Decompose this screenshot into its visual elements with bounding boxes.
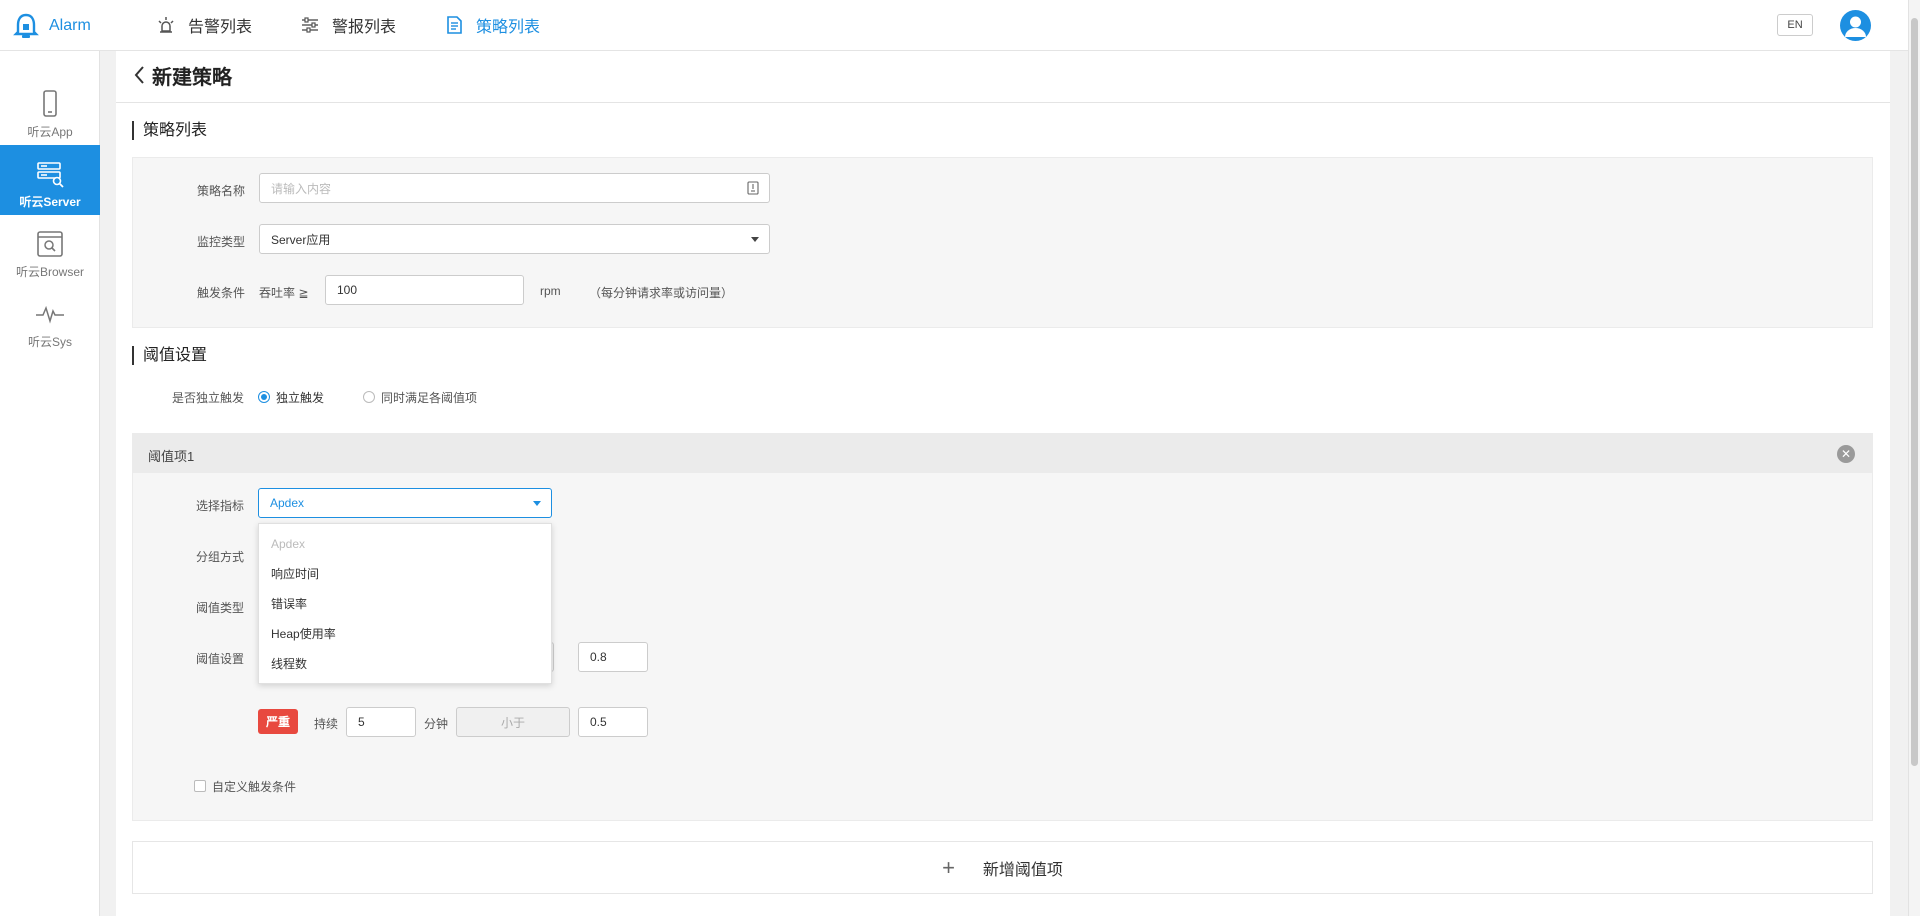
threshold-setting-label: 阈值设置 (195, 652, 244, 666)
monitor-type-select[interactable]: Server应用 (259, 224, 770, 254)
dropdown-option-apdex[interactable]: Apdex (259, 529, 551, 559)
sidebar-item-app[interactable]: 听云App (0, 75, 100, 145)
chevron-down-icon (751, 237, 759, 242)
policy-name-input[interactable]: 请输入内容 (259, 173, 770, 203)
trigger-unit: rpm (540, 284, 561, 298)
app-name: Alarm (49, 17, 91, 34)
threshold-item-header: 阈值项1 (132, 433, 1873, 473)
sidebar-item-sys[interactable]: 听云Sys (0, 285, 100, 355)
critical-threshold-input[interactable]: 0.5 (578, 707, 648, 737)
trigger-condition-label: 触发条件 (196, 286, 245, 300)
group-method-label: 分组方式 (195, 550, 244, 564)
page-title: 新建策略 (152, 67, 232, 89)
text-input-icon (747, 181, 759, 195)
nav-warning-list[interactable]: 警报列表 (300, 0, 396, 50)
metric-label: 选择指标 (195, 499, 244, 513)
nav-policy-list[interactable]: 策略列表 (444, 0, 540, 50)
custom-trigger-checkbox[interactable] (194, 780, 206, 792)
page-scrollbar-thumb[interactable] (1911, 18, 1918, 766)
main-content: 新建策略 策略列表 策略名称 请输入内容 监控类型 Server应用 触发条件 … (116, 51, 1890, 916)
metric-select[interactable]: Apdex (258, 488, 552, 518)
user-avatar[interactable] (1840, 10, 1871, 41)
warning-threshold-input[interactable]: 0.8 (578, 642, 648, 672)
add-threshold-button[interactable]: + 新增阈值项 (132, 841, 1873, 894)
policy-form-panel: 策略名称 请输入内容 监控类型 Server应用 触发条件 吞吐率 ≧ 100 … (132, 157, 1873, 328)
alarm-bell-logo-icon (13, 13, 39, 38)
top-nav: 告警列表 警报列表 策略列表 (156, 0, 588, 50)
pulse-icon (36, 305, 64, 324)
dropdown-option-thread-count[interactable]: 线程数 (259, 649, 551, 679)
alarm-light-icon (158, 17, 174, 33)
radio-all-thresholds-label[interactable]: 同时满足各阈值项 (381, 389, 477, 406)
threshold-type-label: 阈值类型 (195, 601, 244, 615)
document-icon (447, 16, 462, 34)
radio-independent-label[interactable]: 独立触发 (276, 389, 324, 406)
trigger-note: （每分钟请求率或访问量） (589, 286, 734, 300)
dropdown-option-heap-usage[interactable]: Heap使用率 (259, 619, 551, 649)
monitor-type-label: 监控类型 (196, 235, 245, 249)
top-bar: Alarm 告警列表 警报列表 策略列表 EN (0, 0, 1908, 51)
threshold-item-title: 阈值项1 (148, 449, 195, 464)
close-icon: ✕ (1840, 447, 1852, 461)
independent-trigger-label: 是否独立触发 (171, 391, 244, 405)
policy-name-label: 策略名称 (196, 184, 245, 198)
custom-trigger-label[interactable]: 自定义触发条件 (212, 778, 296, 795)
severity-critical-badge: 严重 (258, 709, 298, 734)
policy-section-title: 策略列表 (132, 121, 207, 140)
trigger-prefix: 吞吐率 ≧ (259, 286, 309, 300)
duration-label: 持续 (314, 717, 339, 731)
duration-input[interactable]: 5 (346, 707, 416, 737)
sidebar-item-server[interactable]: 听云Server (0, 145, 100, 215)
sliders-icon (302, 17, 319, 33)
app-logo[interactable]: Alarm (12, 12, 91, 40)
product-sidebar: 听云App 听云Server 听云Browser 听云Sys (0, 51, 100, 916)
server-icon (37, 162, 64, 188)
minutes-label: 分钟 (424, 717, 449, 731)
threshold-section-title: 阈值设置 (132, 346, 207, 365)
dropdown-option-response-time[interactable]: 响应时间 (259, 559, 551, 589)
radio-independent[interactable] (258, 391, 270, 403)
plus-icon: + (942, 854, 955, 880)
critical-operator-select[interactable]: 小于 (456, 707, 570, 737)
user-icon (1845, 16, 1866, 37)
metric-dropdown-menu: Apdex 响应时间 错误率 Heap使用率 线程数 (258, 523, 552, 684)
browser-icon (37, 231, 63, 257)
chevron-down-icon (533, 501, 541, 506)
language-toggle-button[interactable]: EN (1777, 14, 1813, 36)
dropdown-option-error-rate[interactable]: 错误率 (259, 589, 551, 619)
back-arrow-icon[interactable] (130, 63, 150, 87)
nav-alarm-list[interactable]: 告警列表 (156, 0, 252, 50)
phone-icon (43, 90, 57, 117)
radio-all-thresholds[interactable] (363, 391, 375, 403)
page-header: 新建策略 (116, 51, 1890, 103)
remove-threshold-item-button[interactable]: ✕ (1837, 445, 1855, 463)
sidebar-item-browser[interactable]: 听云Browser (0, 215, 100, 285)
throughput-input[interactable]: 100 (325, 275, 524, 305)
